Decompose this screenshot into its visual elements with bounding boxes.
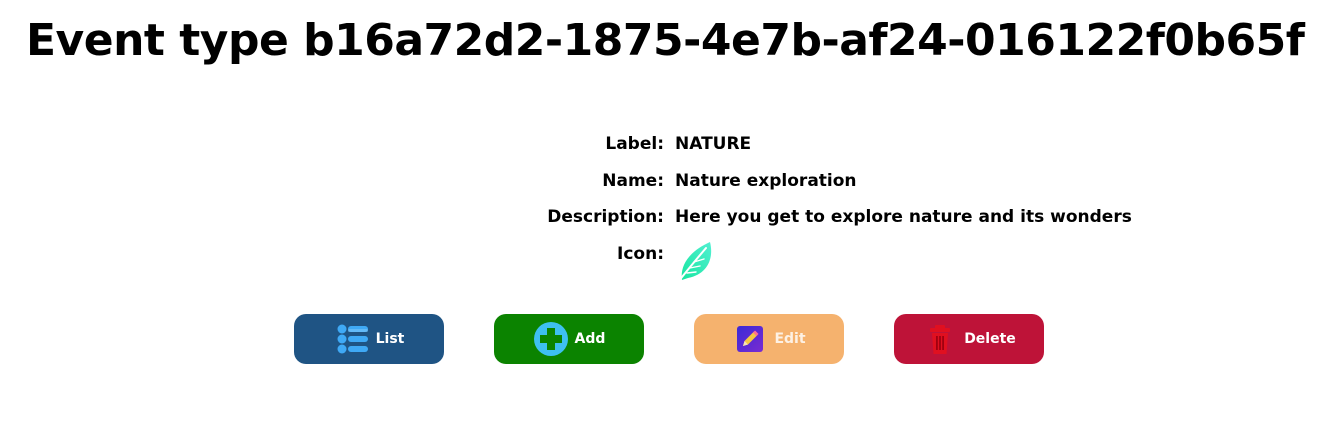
label-key: Label: [605,134,664,154]
detail-row-description: Description: Here you get to explore nat… [0,203,1332,231]
icon-key: Icon: [617,244,664,264]
list-button-label: List [375,331,405,347]
label-value: NATURE [675,134,752,154]
page-title: Event type b16a72d2-1875-4e7b-af24-01612… [26,15,1305,66]
detail-row-name: Name: Nature exploration [0,167,1332,195]
add-button-label: Add [574,331,606,347]
list-button[interactable]: List [294,314,444,364]
edit-button-label: Edit [774,331,806,347]
delete-button-label: Delete [964,331,1016,347]
detail-row-label: Label: NATURE [0,130,1332,158]
description-value: Here you get to explore nature and its w… [675,207,1132,227]
pencil-icon [732,321,768,357]
event-type-detail-page: Event type b16a72d2-1875-4e7b-af24-01612… [0,0,1332,438]
action-buttons: List Add Edit Delete [0,314,1332,364]
description-key: Description: [547,207,664,227]
list-icon [334,321,370,357]
name-key: Name: [602,171,664,191]
detail-row-icon: Icon: [0,240,1332,283]
edit-button[interactable]: Edit [694,314,844,364]
name-value: Nature exploration [675,171,857,191]
leaf-icon [676,240,714,284]
trash-icon [922,321,958,357]
plus-circle-icon [533,321,569,357]
add-button[interactable]: Add [494,314,644,364]
delete-button[interactable]: Delete [894,314,1044,364]
